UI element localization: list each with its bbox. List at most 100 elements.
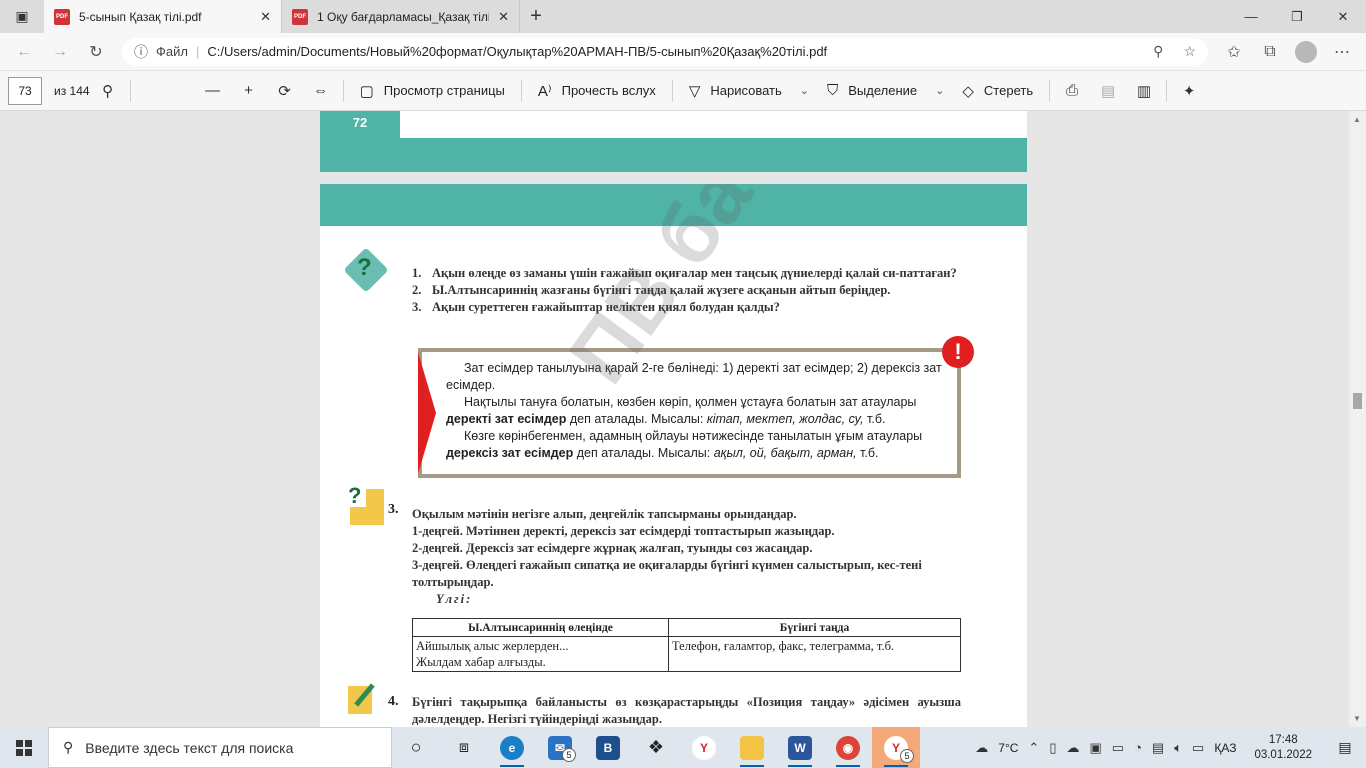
- tab-actions-icon[interactable]: ▣: [0, 0, 44, 33]
- highlight-label: Выделение: [848, 83, 918, 98]
- print-icon[interactable]: ⎙: [1054, 76, 1090, 106]
- pdf-page-72: 72: [320, 111, 1027, 172]
- page-view-label: Просмотр страницы: [383, 83, 505, 98]
- add-favorite-icon[interactable]: ☆: [1183, 43, 1196, 60]
- network-icon[interactable]: ▤: [1152, 740, 1164, 756]
- highlight-button[interactable]: ⛉ Выделение: [815, 76, 929, 106]
- url-field[interactable]: ⓘ Файл | C:/Users/admin/Documents/Новый%…: [122, 37, 1208, 66]
- rule-text: Зат есімдер танылуына қарай 2-ге бөлінед…: [446, 360, 946, 462]
- level-task-icon: ?: [348, 483, 384, 525]
- device-icon[interactable]: ▯: [1049, 740, 1056, 756]
- refresh-button[interactable]: ↻: [80, 38, 112, 66]
- onedrive-icon[interactable]: ☁: [1066, 740, 1079, 756]
- collections-icon[interactable]: ⧉: [1254, 38, 1286, 66]
- edge-app[interactable]: e: [488, 727, 536, 768]
- dropbox-icon: ❖: [647, 737, 665, 757]
- cortana-button[interactable]: ○: [392, 727, 440, 768]
- read-aloud-button[interactable]: A⁾ Прочесть вслух: [526, 76, 668, 106]
- avatar: [1295, 40, 1317, 63]
- battery-icon[interactable]: ▭: [1192, 740, 1204, 756]
- profile-button[interactable]: [1290, 38, 1322, 66]
- scrollbar-thumb[interactable]: [1353, 393, 1362, 409]
- weather-temp[interactable]: 7°C: [998, 741, 1018, 755]
- tab-title: 1 Оқу бағдарламасы_Қазақ тілі: [317, 9, 490, 24]
- read-aloud-icon: A⁾: [537, 82, 552, 100]
- chevron-down-icon[interactable]: ⌄: [929, 84, 950, 97]
- yandex-app[interactable]: Y: [680, 727, 728, 768]
- restore-icon[interactable]: ❐: [1274, 0, 1320, 33]
- url-scheme-label: Файл: [156, 44, 188, 59]
- save-as-icon[interactable]: ▥: [1126, 76, 1162, 106]
- rotate-icon[interactable]: ⟳: [267, 76, 303, 106]
- zoom-icon[interactable]: ⚲: [1153, 43, 1163, 60]
- url-text[interactable]: C:/Users/admin/Documents/Новый%20формат/…: [207, 44, 1133, 59]
- draw-icon: ▽: [688, 82, 701, 100]
- zoom-in-icon[interactable]: +: [231, 76, 267, 106]
- vertical-scrollbar[interactable]: ▲ ▼: [1349, 111, 1366, 727]
- forward-button[interactable]: →: [44, 38, 76, 66]
- b-app-icon: B: [596, 735, 620, 760]
- new-tab-button[interactable]: +: [520, 0, 552, 33]
- start-button[interactable]: [0, 727, 48, 768]
- search-icon[interactable]: ⚲: [90, 76, 126, 106]
- table-header: Ы.Алтынсариннің өлеңінде Бүгінгі таңда: [413, 619, 960, 637]
- task-view-button[interactable]: ⧈: [440, 727, 488, 768]
- draw-button[interactable]: ▽ Нарисовать: [677, 76, 794, 106]
- folder-icon: [740, 735, 764, 760]
- notifications-icon[interactable]: ▤: [1330, 739, 1360, 756]
- minimize-icon[interactable]: —: [1228, 0, 1274, 33]
- fit-page-icon[interactable]: ⇔: [303, 76, 339, 106]
- pdf-viewer[interactable]: 72 ? 1. Ақын өлеңде өз заманы үшін ғажайы…: [0, 111, 1366, 727]
- highlight-icon: ⛉: [827, 82, 839, 99]
- task-4-text: Бүгінгі тақырыпқа байланысты өз көзқарас…: [412, 695, 961, 726]
- mail-app[interactable]: ✉ 5: [536, 727, 584, 768]
- clock-time: 17:48: [1268, 733, 1298, 746]
- close-tab-icon[interactable]: ✕: [260, 9, 271, 25]
- warning-icon: !: [942, 336, 974, 368]
- pdf-file-icon: PDF: [292, 8, 308, 25]
- pdf-file-icon: PDF: [54, 8, 70, 25]
- zoom-out-icon[interactable]: —: [195, 76, 231, 106]
- clock[interactable]: 17:48 03.01.2022: [1246, 733, 1320, 763]
- windows-taskbar: ⚲ Введите здесь текст для поиска ○ ⧈ e ✉…: [0, 727, 1366, 768]
- volume-icon[interactable]: 🔈︎: [1174, 740, 1182, 756]
- show-hidden-icons[interactable]: ⌃: [1028, 740, 1039, 756]
- close-window-icon[interactable]: ✕: [1320, 0, 1366, 33]
- erase-button[interactable]: ◇ Стереть: [950, 76, 1045, 106]
- divider: [1166, 79, 1168, 102]
- taskbar-search[interactable]: ⚲ Введите здесь текст для поиска: [48, 727, 392, 768]
- divider: [342, 79, 344, 102]
- explorer-app[interactable]: [728, 727, 776, 768]
- task-3-text: Оқылым мәтінін негізге алып, деңгейлік т…: [412, 506, 960, 608]
- weather-icon[interactable]: ☁: [975, 740, 988, 756]
- yandex-browser-app[interactable]: Y5: [872, 727, 920, 768]
- mail-badge: 5: [562, 748, 576, 762]
- word-app[interactable]: W: [776, 727, 824, 768]
- erase-label: Стереть: [983, 83, 1034, 98]
- comparison-table: Ы.Алтынсариннің өлеңінде Бүгінгі таңда А…: [412, 618, 961, 672]
- info-icon[interactable]: ⓘ: [134, 42, 148, 62]
- page-view-icon: ▢: [359, 82, 374, 100]
- wifi-icon[interactable]: ◔: [1134, 740, 1142, 755]
- scroll-down-icon[interactable]: ▼: [1353, 714, 1361, 723]
- save-icon[interactable]: ▤: [1090, 76, 1126, 106]
- close-tab-icon[interactable]: ✕: [498, 9, 509, 25]
- page-view-button[interactable]: ▢ Просмотр страницы: [348, 76, 517, 106]
- usb-icon[interactable]: ▭: [1112, 740, 1124, 756]
- tab-pdf-kazakh[interactable]: PDF 5-сынып Қазақ тілі.pdf ✕: [44, 0, 282, 33]
- back-button[interactable]: ←: [8, 38, 40, 66]
- more-menu-icon[interactable]: ⋯: [1326, 38, 1358, 66]
- dropbox-app[interactable]: ❖: [632, 727, 680, 768]
- chrome-app[interactable]: ◉: [824, 727, 872, 768]
- action-icon[interactable]: ▣: [1089, 740, 1101, 756]
- page-number-input[interactable]: 73: [8, 76, 42, 105]
- table-row: Айшылық алыс жерлерден... Жылдам хабар а…: [413, 637, 960, 671]
- favorites-icon[interactable]: ✩: [1218, 38, 1250, 66]
- rule-marker: [418, 352, 436, 474]
- tab-program[interactable]: PDF 1 Оқу бағдарламасы_Қазақ тілі ✕: [282, 0, 520, 33]
- pin-toolbar-icon[interactable]: ✦: [1171, 76, 1207, 106]
- chevron-down-icon[interactable]: ⌄: [794, 84, 815, 97]
- scroll-up-icon[interactable]: ▲: [1353, 115, 1361, 124]
- bitrix-app[interactable]: B: [584, 727, 632, 768]
- language-indicator[interactable]: ҚАЗ: [1214, 741, 1236, 755]
